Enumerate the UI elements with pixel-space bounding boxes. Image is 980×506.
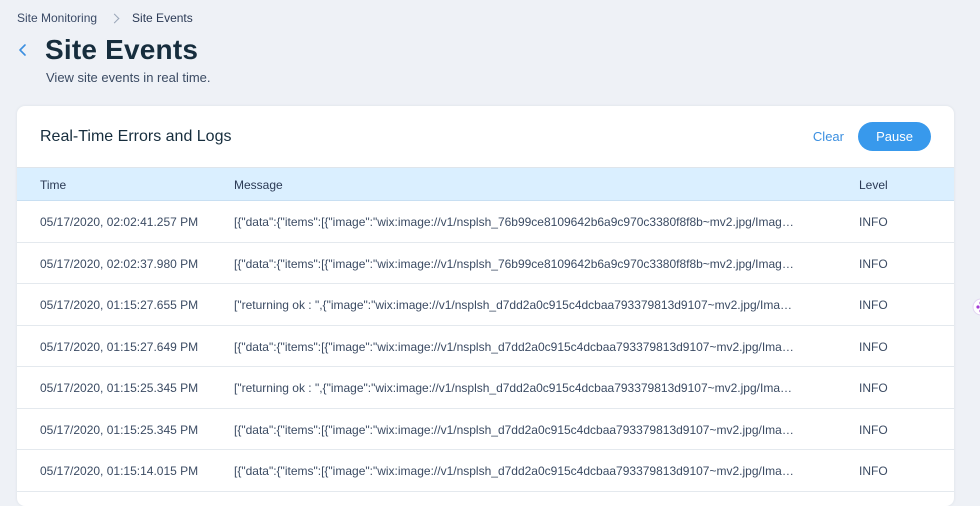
cell-message: [{"data":{"items":[{"image":"wix:image:/… bbox=[234, 215, 794, 229]
cell-time: 05/17/2020, 02:02:41.257 PM bbox=[40, 215, 199, 229]
cell-message: [{"data":{"items":[{"image":"wix:image:/… bbox=[234, 256, 794, 271]
table-row[interactable]: 05/17/2020, 01:15:25.345 PM ["returning … bbox=[17, 367, 954, 409]
table-header: Time Message Level bbox=[17, 168, 954, 201]
page-title: Site Events bbox=[45, 34, 199, 65]
table-row[interactable]: 05/17/2020, 01:15:14.015 PM [{"data":{"i… bbox=[17, 450, 954, 492]
column-header-message: Message bbox=[234, 178, 283, 192]
cell-level: INFO bbox=[859, 298, 888, 312]
clear-button[interactable]: Clear bbox=[813, 129, 844, 144]
cell-message: ["returning ok : ",{"image":"wix:image:/… bbox=[234, 381, 794, 395]
back-arrow-icon bbox=[19, 44, 26, 56]
table-row[interactable]: 05/17/2020, 02:02:37.980 PM [{"data":{"i… bbox=[17, 243, 954, 284]
cell-level: INFO bbox=[859, 339, 888, 354]
floating-widget-icon[interactable] bbox=[972, 296, 980, 318]
chevron-right-icon bbox=[109, 13, 120, 23]
page-subtitle: View site events in real time. bbox=[46, 70, 211, 85]
cell-time: 05/17/2020, 01:15:25.345 PM bbox=[40, 422, 199, 437]
table-row[interactable]: 05/17/2020, 01:15:25.345 PM [{"data":{"i… bbox=[17, 409, 954, 450]
cell-level: INFO bbox=[859, 464, 888, 478]
cell-time: 05/17/2020, 02:02:37.980 PM bbox=[40, 256, 199, 271]
cell-level: INFO bbox=[859, 381, 888, 395]
cell-message: [{"data":{"items":[{"image":"wix:image:/… bbox=[234, 422, 794, 437]
breadcrumb-current: Site Events bbox=[132, 11, 193, 25]
table-row[interactable]: 05/17/2020, 01:15:27.655 PM ["returning … bbox=[17, 284, 954, 326]
cell-time: 05/17/2020, 01:15:25.345 PM bbox=[40, 381, 199, 395]
column-header-time: Time bbox=[40, 178, 67, 192]
widget-dots-icon bbox=[972, 298, 980, 316]
cell-level: INFO bbox=[859, 256, 888, 271]
table-row[interactable]: 05/17/2020, 02:02:41.257 PM [{"data":{"i… bbox=[17, 201, 954, 243]
cell-time: 05/17/2020, 01:15:14.015 PM bbox=[40, 464, 199, 478]
panel-title: Real-Time Errors and Logs bbox=[40, 128, 232, 145]
breadcrumb: Site Monitoring Site Events bbox=[17, 11, 193, 25]
cell-message: [{"data":{"items":[{"image":"wix:image:/… bbox=[234, 464, 794, 478]
chevron-left-icon[interactable] bbox=[14, 40, 32, 60]
cell-message: ["returning ok : ",{"image":"wix:image:/… bbox=[234, 298, 794, 312]
table-row[interactable]: 05/17/2020, 01:15:27.649 PM [{"data":{"i… bbox=[17, 326, 954, 367]
column-header-level: Level bbox=[859, 178, 888, 192]
pause-button[interactable]: Pause bbox=[858, 122, 931, 151]
cell-time: 05/17/2020, 01:15:27.649 PM bbox=[40, 339, 199, 354]
panel-header: Real-Time Errors and Logs Clear Pause bbox=[17, 106, 954, 168]
cell-level: INFO bbox=[859, 422, 888, 437]
cell-message: [{"data":{"items":[{"image":"wix:image:/… bbox=[234, 339, 794, 354]
events-panel: Real-Time Errors and Logs Clear Pause Ti… bbox=[17, 106, 954, 506]
cell-level: INFO bbox=[859, 215, 888, 229]
cell-time: 05/17/2020, 01:15:27.655 PM bbox=[40, 298, 199, 312]
breadcrumb-site-monitoring[interactable]: Site Monitoring bbox=[17, 11, 97, 25]
